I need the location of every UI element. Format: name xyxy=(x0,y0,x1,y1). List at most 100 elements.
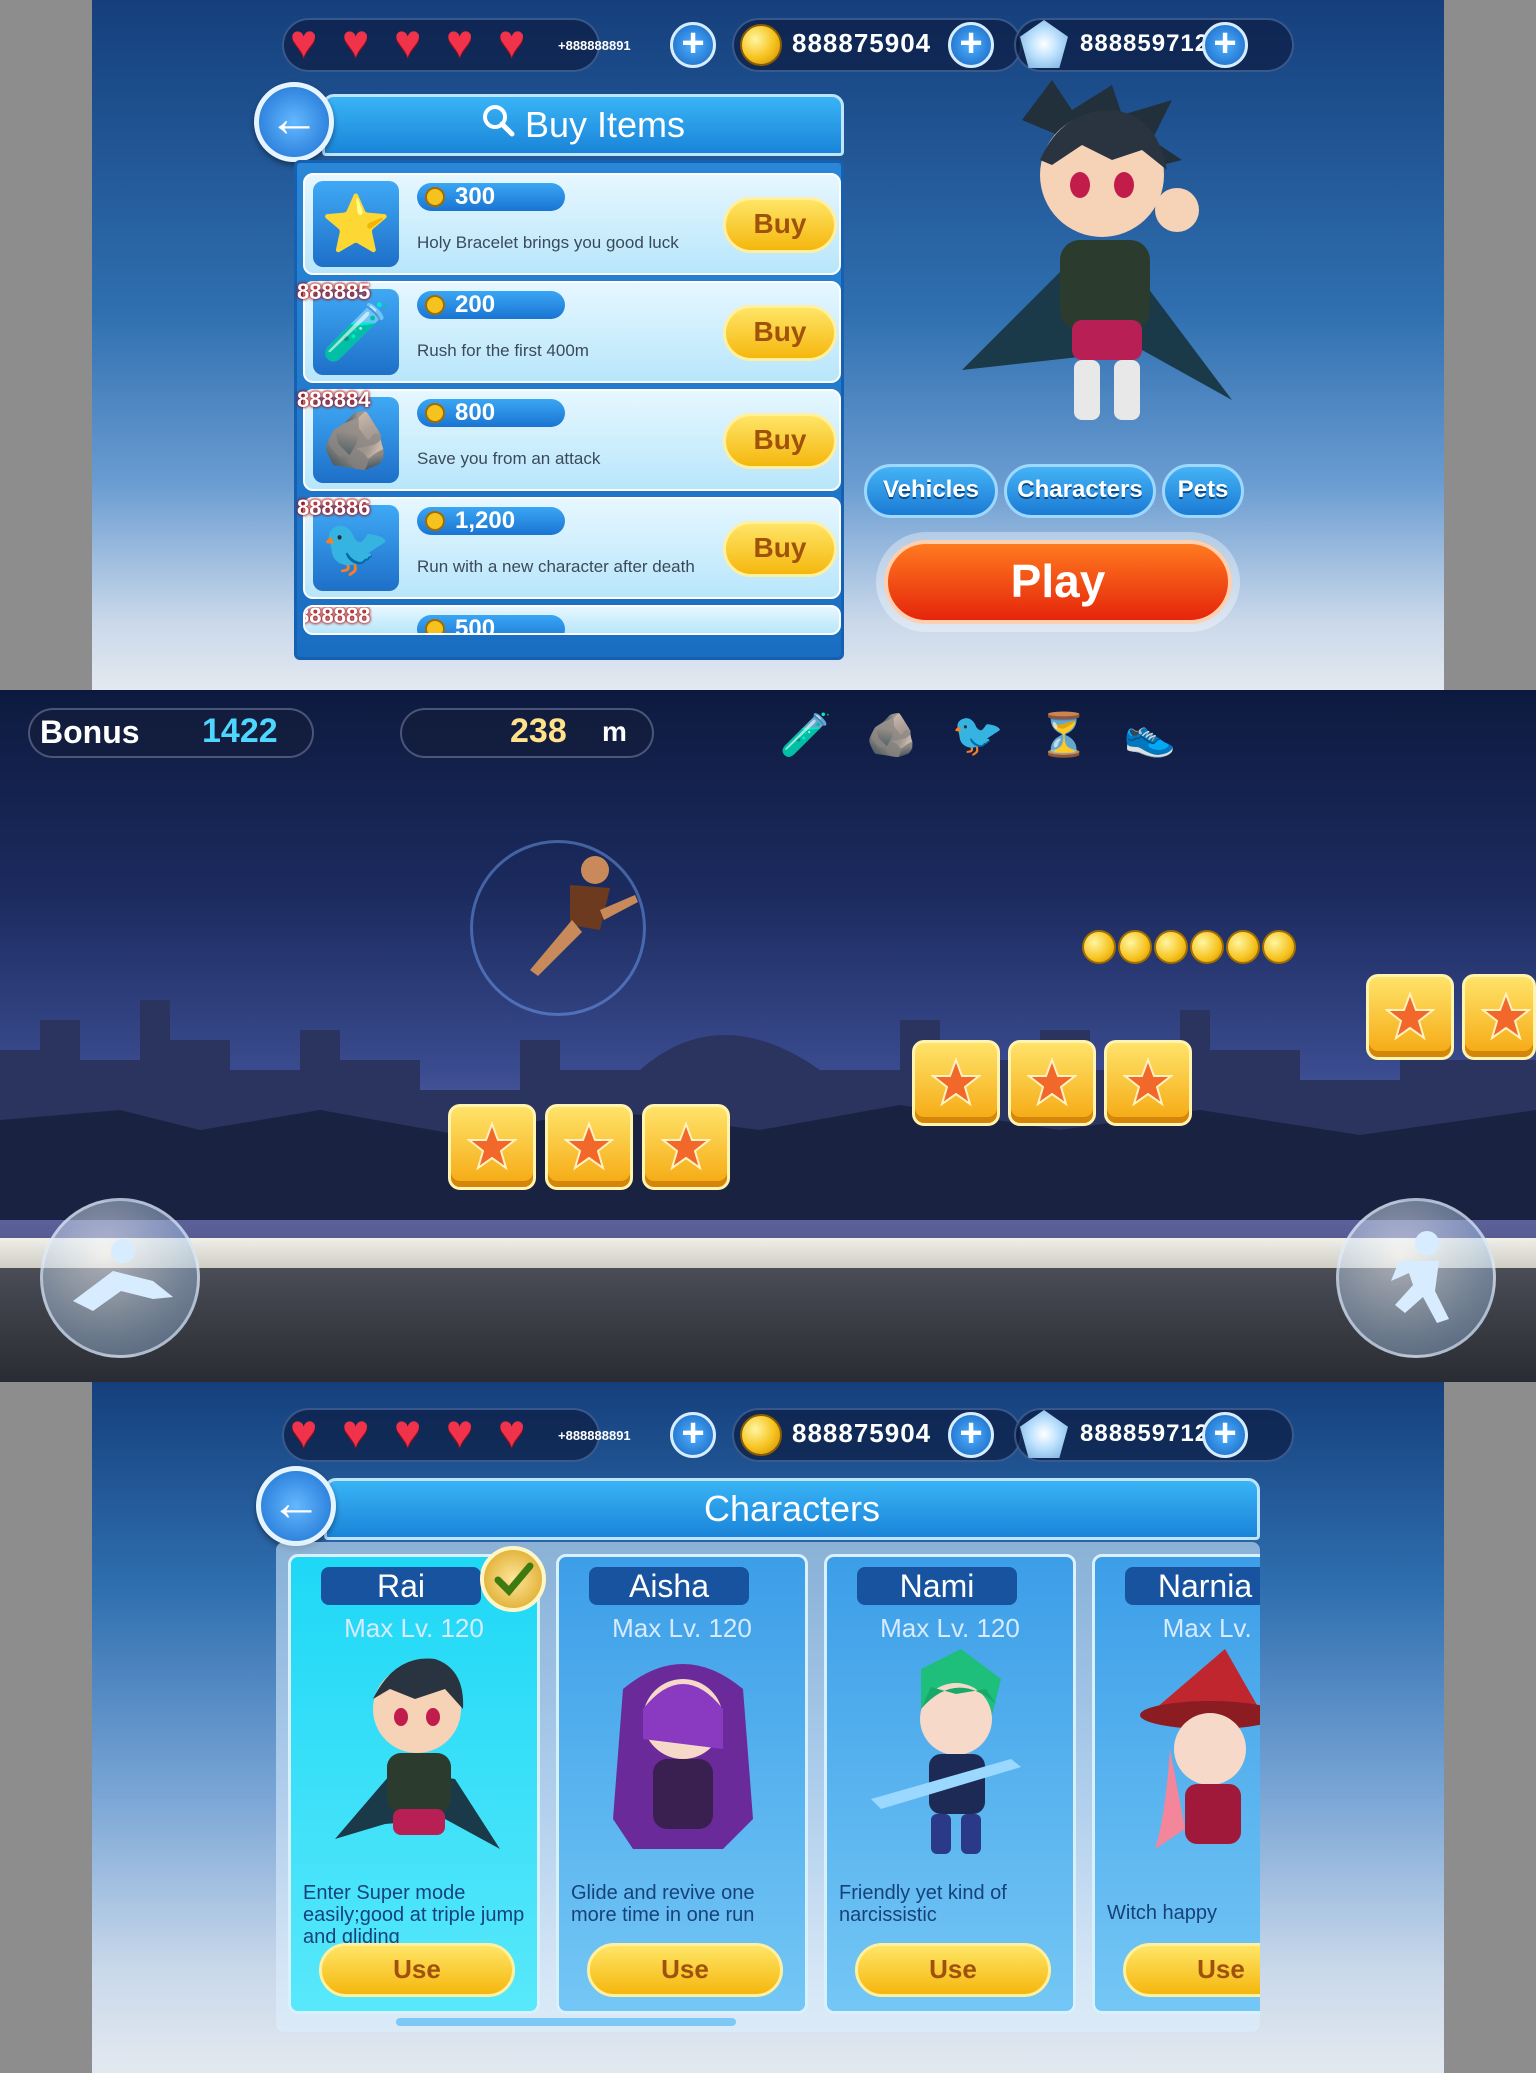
item-price: 200 xyxy=(455,291,496,318)
coin-icon xyxy=(425,403,445,423)
character-level: Max Lv. 1 xyxy=(1162,1613,1260,1643)
buy-button[interactable]: Buy xyxy=(723,305,837,361)
bonus-value: 1422 xyxy=(202,712,278,750)
add-gems-button[interactable]: + xyxy=(1202,22,1248,68)
buy-button[interactable]: Buy xyxy=(723,413,837,469)
lives-bar xyxy=(282,1408,600,1462)
character-level: Max Lv. 120 xyxy=(344,1613,484,1643)
add-gems-button[interactable]: + xyxy=(1202,1412,1248,1458)
jump-icon xyxy=(1391,1231,1449,1323)
use-button[interactable]: Use xyxy=(319,1943,515,1997)
coin-count: 888875904 xyxy=(792,28,932,58)
distance-value: 238 xyxy=(510,712,567,750)
heart-icon: ♥ xyxy=(342,1405,370,1457)
character-card-nami[interactable]: Nami Max Lv. 120 Friendly yet kind of na… xyxy=(824,1554,1076,2014)
star-block xyxy=(1462,974,1536,1060)
back-button[interactable]: ← xyxy=(256,1466,336,1546)
character-level: Max Lv. 120 xyxy=(612,1613,752,1643)
hero-character-art xyxy=(942,80,1252,445)
tab-pets[interactable]: Pets xyxy=(1162,464,1244,518)
coin-icon xyxy=(425,295,445,315)
coin-pickup xyxy=(1190,930,1224,964)
character-level: Max Lv. 120 xyxy=(880,1613,1020,1643)
item-count-badge: 888884 xyxy=(297,387,370,427)
item-description: Run with a new character after death xyxy=(417,557,695,576)
gem-count: 888859712 xyxy=(1080,1420,1210,1447)
item-description: Rush for the first 400m xyxy=(417,341,589,360)
list-item: 888888 500 xyxy=(303,605,841,635)
character-card-narnia[interactable]: Narnia Max Lv. 1 Witch happy Use xyxy=(1092,1554,1260,2014)
item-description: Holy Bracelet brings you good luck xyxy=(417,233,679,252)
item-count-badge: 888888 xyxy=(305,607,370,633)
heart-icon: ♥ xyxy=(394,15,422,67)
item-count-badge: 888885 xyxy=(297,279,370,319)
coin-icon xyxy=(425,619,445,633)
city-skyline xyxy=(0,1000,1536,1220)
use-button[interactable]: Use xyxy=(587,1943,783,1997)
coin-pickup xyxy=(1226,930,1260,964)
winged-potion-icon: 🧪 xyxy=(779,711,833,758)
carousel-scrollbar[interactable] xyxy=(396,2018,736,2026)
character-portrait xyxy=(335,1658,500,1849)
back-button[interactable]: ← xyxy=(254,82,334,162)
heart-icon: ♥ xyxy=(446,15,474,67)
heart-icon: ♥ xyxy=(394,1405,422,1457)
buy-button[interactable]: Buy xyxy=(723,521,837,577)
selected-check-icon xyxy=(480,1546,546,1612)
characters-screen: ♥ ♥ ♥ ♥ ♥ +888888891 + 888875904 + 88885… xyxy=(92,1382,1444,2073)
character-name: Rai xyxy=(321,1567,481,1605)
add-coins-button[interactable]: + xyxy=(948,1412,994,1458)
use-button[interactable]: Use xyxy=(1123,1943,1260,1997)
add-coins-button[interactable]: + xyxy=(948,22,994,68)
item-count-badge: 888886 xyxy=(297,495,370,535)
star-block xyxy=(545,1104,633,1190)
search-icon xyxy=(481,97,515,153)
character-card-rai[interactable]: Rai Max Lv. 120 Enter Super mode easily;… xyxy=(288,1554,540,2014)
heart-icon: ♥ xyxy=(342,15,370,67)
add-lives-button[interactable]: + xyxy=(670,22,716,68)
character-portrait xyxy=(613,1664,753,1849)
shop-screen: ♥ ♥ ♥ ♥ ♥ +888888891 + 888875904 + 88885… xyxy=(92,0,1444,690)
coin-icon xyxy=(425,511,445,531)
jump-button[interactable] xyxy=(1336,1198,1496,1358)
bonus-label: Bonus xyxy=(40,714,140,750)
character-carousel[interactable]: Rai Max Lv. 120 Enter Super mode easily;… xyxy=(276,1542,1260,2032)
coin-icon xyxy=(740,24,782,66)
coin-count: 888875904 xyxy=(792,1418,932,1448)
lives-count: +888888891 xyxy=(558,1428,631,1443)
list-item: 🧪 888885 200 Rush for the first 400m Buy xyxy=(297,279,841,383)
star-block xyxy=(642,1104,730,1190)
shop-title: Buy Items xyxy=(524,104,686,145)
heart-icon: ♥ xyxy=(498,15,526,67)
gem-count: 888859712 xyxy=(1080,30,1210,57)
characters-title-bar: Characters xyxy=(324,1478,1260,1540)
play-button[interactable]: Play xyxy=(884,540,1232,624)
item-list[interactable]: ⭐ 300 Holy Bracelet brings you good luck… xyxy=(294,160,844,660)
coin-pickup xyxy=(1118,930,1152,964)
list-item: 🪨 888884 800 Save you from an attack Buy xyxy=(297,387,841,491)
list-item: ⭐ 300 Holy Bracelet brings you good luck… xyxy=(303,173,841,275)
distance-unit: m xyxy=(602,716,627,747)
item-description: Save you from an attack xyxy=(417,449,601,468)
list-item: 🐦 888886 1,200 Run with a new character … xyxy=(297,495,841,599)
characters-title: Characters xyxy=(703,1488,881,1529)
lives-count: +888888891 xyxy=(558,38,631,53)
star-bracelet-icon: ⭐ xyxy=(313,181,399,267)
coin-pickup xyxy=(1082,930,1116,964)
character-description: Friendly yet kind of narcissistic xyxy=(839,1882,1007,1926)
road-surface xyxy=(0,1238,1536,1268)
star-block xyxy=(1104,1040,1192,1126)
tab-vehicles[interactable]: Vehicles xyxy=(864,464,998,518)
lives-bar xyxy=(282,18,600,72)
character-name: Narnia xyxy=(1125,1567,1260,1605)
slide-icon xyxy=(73,1239,173,1311)
character-card-aisha[interactable]: Aisha Max Lv. 120 Glide and revive one m… xyxy=(556,1554,808,2014)
add-lives-button[interactable]: + xyxy=(670,1412,716,1458)
slide-button[interactable] xyxy=(40,1198,200,1358)
use-button[interactable]: Use xyxy=(855,1943,1051,1997)
character-portrait xyxy=(1140,1649,1260,1849)
stone-shield-icon: 🪨 xyxy=(865,711,919,758)
buy-button[interactable]: Buy xyxy=(723,197,837,253)
bat-hourglass-icon: ⏳ xyxy=(1037,711,1091,758)
tab-characters[interactable]: Characters xyxy=(1004,464,1156,518)
